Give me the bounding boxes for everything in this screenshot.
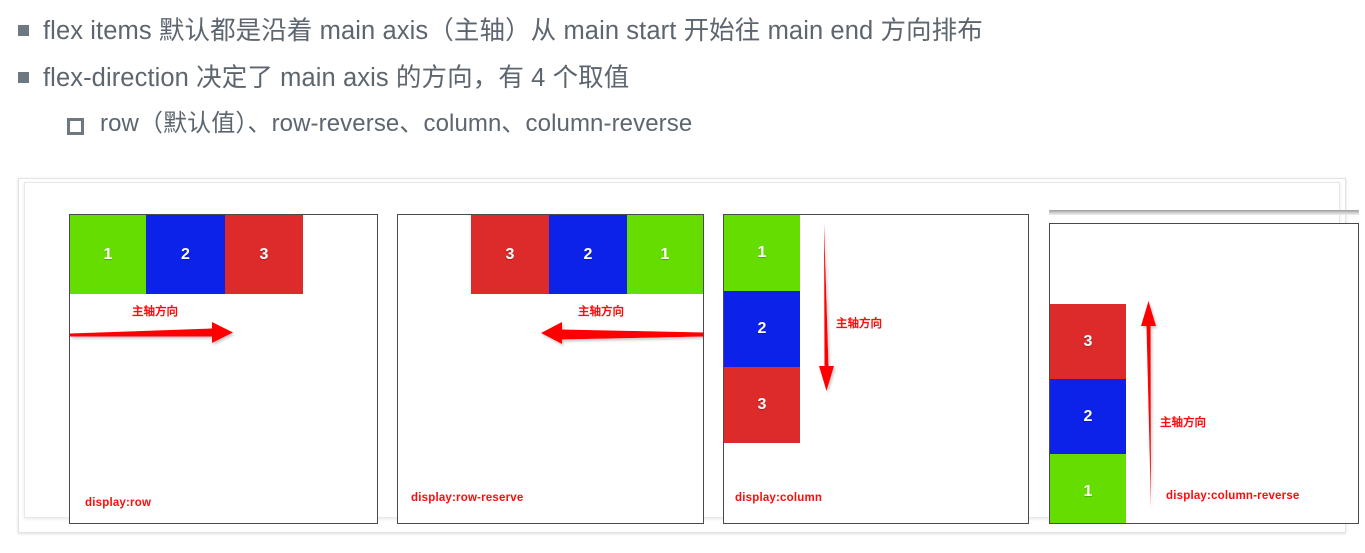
- flex-item-label: 2: [181, 245, 190, 263]
- flex-item-2: 2: [1050, 379, 1126, 454]
- scrollbar-decoration[interactable]: [1049, 210, 1359, 215]
- flex-item-3: 3: [471, 215, 549, 294]
- flex-item-2: 2: [549, 215, 627, 294]
- flex-item-label: 1: [103, 245, 113, 263]
- flex-container-column: 1 2 3: [724, 215, 800, 443]
- main-axis-label: 主轴方向: [578, 306, 624, 318]
- flex-item-label: 3: [757, 396, 767, 413]
- panel-display-column: 1 2 3 主轴方向 display:column: [723, 214, 1029, 524]
- bullet-item-2: flex-direction 决定了 main axis 的方向，有 4 个取值: [18, 61, 1365, 95]
- bullet-item-1-label: flex items 默认都是沿着 main axis（主轴）从 main st…: [43, 17, 983, 45]
- flex-item-label: 3: [259, 245, 269, 263]
- flex-container-row: 1 2 3: [70, 215, 303, 294]
- hollow-square-bullet-icon: [67, 118, 84, 135]
- main-axis-label: 主轴方向: [132, 306, 178, 318]
- flex-item-1: 1: [627, 215, 703, 294]
- flex-item-3: 3: [724, 367, 800, 443]
- filled-square-bullet-icon: [18, 25, 29, 36]
- flex-item-label: 2: [757, 320, 767, 337]
- flex-item-label: 1: [757, 244, 767, 261]
- panel-caption-column: display:column: [735, 492, 823, 504]
- flex-item-label: 2: [583, 245, 593, 263]
- flex-item-3: 3: [225, 215, 303, 294]
- flex-item-label: 1: [1083, 482, 1093, 500]
- flex-item-1: 1: [70, 215, 146, 294]
- bullet-item-3-label: row（默认值）、row-reverse、column、column-rever…: [100, 110, 693, 137]
- panel-caption-row: display:row: [85, 497, 152, 509]
- filled-square-bullet-icon: [18, 72, 29, 83]
- main-axis-label: 主轴方向: [836, 318, 882, 330]
- flex-item-2: 2: [146, 215, 225, 294]
- flex-item-1: 1: [724, 215, 800, 291]
- bullet-item-2-label: flex-direction 决定了 main axis 的方向，有 4 个取值: [43, 64, 630, 92]
- flex-direction-diagram: 1 2 3 主轴方向 display:row 3 2 1 主轴方向 displa…: [0, 172, 1365, 553]
- flex-item-label: 3: [1083, 332, 1093, 350]
- flex-item-label: 3: [505, 245, 515, 263]
- panel-display-column-reverse: 3 2 1 主轴方向 display:column-reverse: [1049, 223, 1359, 524]
- flex-item-2: 2: [724, 291, 800, 367]
- main-axis-arrow-up: [1141, 301, 1156, 508]
- bullet-list: flex items 默认都是沿着 main axis（主轴）从 main st…: [0, 0, 1365, 140]
- main-axis-label: 主轴方向: [1160, 417, 1206, 429]
- main-axis-arrow-left: [541, 322, 703, 344]
- panel-display-row-reverse: 3 2 1 主轴方向 display:row-reserve: [397, 214, 704, 524]
- flex-item-1: 1: [1050, 454, 1126, 523]
- bullet-item-1: flex items 默认都是沿着 main axis（主轴）从 main st…: [18, 14, 1365, 48]
- main-axis-arrow-down: [819, 223, 834, 391]
- flex-item-3: 3: [1050, 304, 1126, 379]
- panel-display-row: 1 2 3 主轴方向 display:row: [69, 214, 378, 524]
- bullet-item-3: row（默认值）、row-reverse、column、column-rever…: [67, 108, 1365, 140]
- diagram-inner-frame: 1 2 3 主轴方向 display:row 3 2 1 主轴方向 displa…: [24, 182, 1359, 524]
- flex-item-label: 2: [1083, 407, 1093, 425]
- main-axis-arrow-right: [70, 322, 233, 343]
- flex-item-label: 1: [660, 245, 670, 263]
- panel-caption-row-reverse: display:row-reserve: [411, 492, 524, 504]
- panel-caption-column-reverse: display:column-reverse: [1166, 490, 1300, 502]
- flex-container-row-reverse: 3 2 1: [471, 215, 703, 294]
- flex-container-column-reverse: 3 2 1: [1050, 304, 1126, 523]
